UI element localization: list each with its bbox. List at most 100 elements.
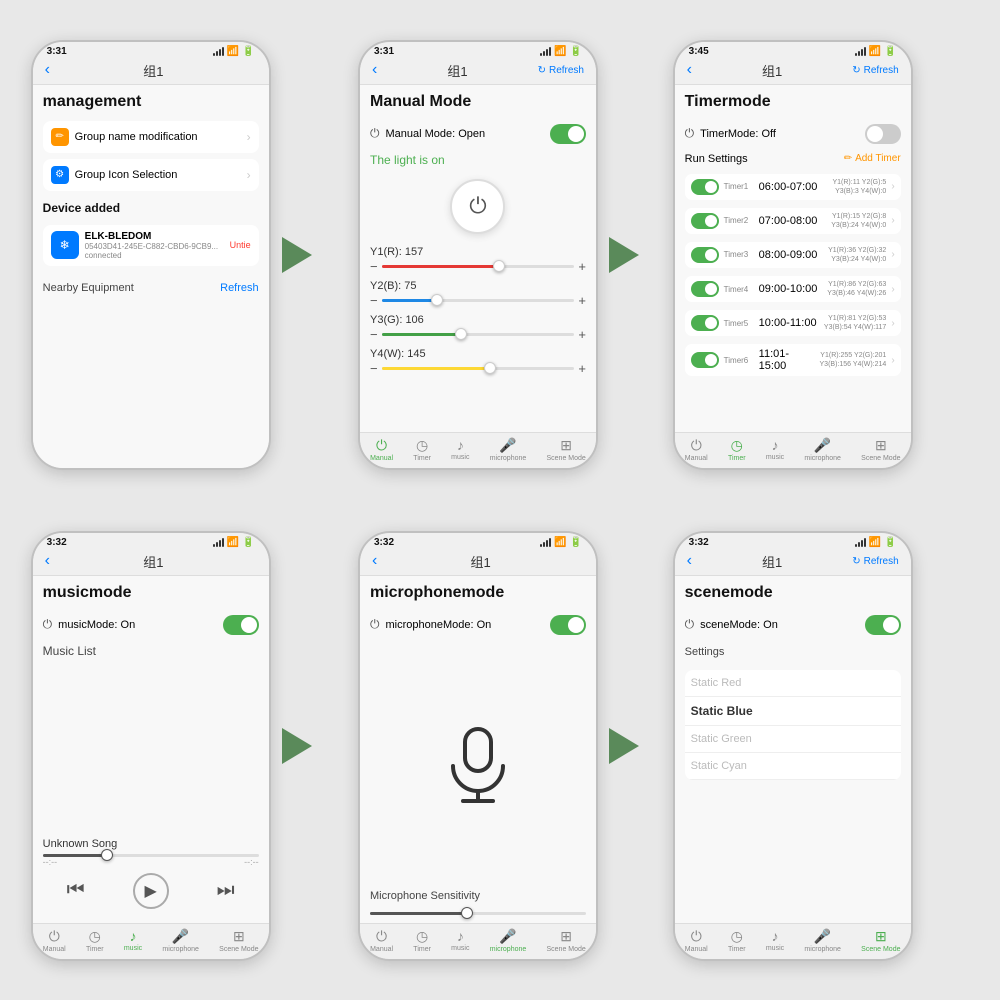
nav-music: ‹ 组1 (33, 550, 269, 576)
scene-item-1[interactable]: Static Red (685, 670, 901, 697)
scene-item-2[interactable]: Static Blue (685, 697, 901, 726)
untie-button[interactable]: Untie (230, 240, 251, 250)
y2-thumb (431, 294, 443, 306)
footer-mc-mic[interactable]: 🎤 microphone (490, 928, 527, 953)
nearby-refresh[interactable]: Refresh (220, 282, 259, 294)
scene-toggle[interactable] (865, 615, 901, 635)
footer-s-timer[interactable]: ◷ Timer (728, 928, 746, 953)
song-track[interactable] (43, 854, 259, 857)
y1-track[interactable] (382, 265, 575, 268)
y4-track[interactable] (382, 367, 575, 370)
y3-plus[interactable]: + (578, 327, 586, 342)
timer5-toggle[interactable] (691, 315, 719, 331)
footer-music-btn[interactable]: ♪ music (451, 437, 469, 461)
y2-minus[interactable]: − (370, 293, 378, 308)
footer-mic-btn[interactable]: 🎤 microphone (490, 437, 527, 462)
timer-row-5[interactable]: Timer5 10:00-11:00 Y1(R):81 Y2(G):53Y3(B… (685, 310, 901, 336)
timer-row-6[interactable]: Timer6 11:01-15:00 Y1(R):255 Y2(G):201Y3… (685, 344, 901, 376)
timer-row-2[interactable]: Timer2 07:00-08:00 Y1(R):15 Y2(G):8Y3(B)… (685, 208, 901, 234)
group-icon-icon: ⚙ (51, 166, 69, 184)
footer-s-mic[interactable]: 🎤 microphone (804, 928, 841, 953)
timer-row-4[interactable]: Timer4 09:00-10:00 Y1(R):86 Y2(G):63Y3(B… (685, 276, 901, 302)
y4-minus[interactable]: − (370, 361, 378, 376)
arrow-3 (279, 728, 315, 764)
footer-mc-manual[interactable]: ⏻ Manual (370, 928, 393, 953)
device-info: ELK-BLEDOM 05403D41-245E-C882-CBD6-9CB9.… (85, 231, 224, 260)
footer-m-timer[interactable]: ◷ Timer (86, 928, 104, 953)
timer2-toggle[interactable] (691, 213, 719, 229)
y4-plus[interactable]: + (578, 361, 586, 376)
sensitivity-fill (370, 912, 467, 915)
footer-s-manual[interactable]: ⏻ Manual (685, 928, 708, 953)
footer-t-music[interactable]: ♪ music (766, 437, 784, 461)
mic-toggle[interactable] (550, 615, 586, 635)
scene-item-3[interactable]: Static Green (685, 726, 901, 753)
nav-refresh-2[interactable]: ↻ Refresh (538, 65, 584, 76)
footer-mc-manual-label: Manual (370, 946, 393, 953)
y1-minus[interactable]: − (370, 259, 378, 274)
footer-t-manual[interactable]: ⏻ Manual (685, 437, 708, 462)
back-button-2[interactable]: ‹ (372, 61, 377, 79)
footer-mc-music[interactable]: ♪ music (451, 928, 469, 952)
nav-refresh-3[interactable]: ↻ Refresh (852, 65, 898, 76)
footer-manual-btn[interactable]: ⏻ Manual (370, 437, 393, 462)
next-button[interactable]: ⏭ (217, 879, 235, 902)
status-bar-2: 3:31 📶 🔋 (360, 42, 596, 59)
power-icon-2: ⏻ (370, 126, 380, 141)
footer-s-scene[interactable]: ⊞ Scene Mode (861, 928, 900, 953)
y2-slider-row: − + (370, 293, 586, 308)
footer-scene-btn[interactable]: ⊞ Scene Mode (547, 437, 586, 462)
timer-row-3[interactable]: Timer3 08:00-09:00 Y1(R):36 Y2(G):32Y3(B… (685, 242, 901, 268)
timer3-toggle[interactable] (691, 247, 719, 263)
footer-timer-btn[interactable]: ◷ Timer (413, 437, 431, 462)
footer-m-scene[interactable]: ⊞ Scene Mode (219, 928, 258, 953)
sensitivity-track[interactable] (370, 912, 586, 915)
music-toggle[interactable] (223, 615, 259, 635)
nav-refresh-6[interactable]: ↻ Refresh (852, 556, 898, 567)
nav-mic: ‹ 组1 (360, 550, 596, 576)
phone-music: 3:32 📶 🔋 ‹ 组1 musicmode ⏻ musicMode (31, 531, 271, 961)
footer-s-timer-label: Timer (728, 946, 746, 953)
footer-mc-timer[interactable]: ◷ Timer (413, 928, 431, 953)
content-management: management ✏ Group name modification › ⚙… (33, 85, 269, 468)
y2-track[interactable] (382, 299, 575, 302)
timer1-time: 06:00-07:00 (759, 181, 828, 193)
footer-s-music[interactable]: ♪ music (766, 928, 784, 952)
footer-mc-scene[interactable]: ⊞ Scene Mode (547, 928, 586, 953)
y2-plus[interactable]: + (578, 293, 586, 308)
footer-t-mic-label: microphone (804, 455, 841, 462)
footer-t-mic[interactable]: 🎤 microphone (804, 437, 841, 462)
y1-plus[interactable]: + (578, 259, 586, 274)
y3-minus[interactable]: − (370, 327, 378, 342)
scene-item-4[interactable]: Static Cyan (685, 753, 901, 780)
footer-m-manual[interactable]: ⏻ Manual (43, 928, 66, 953)
timer6-toggle[interactable] (691, 352, 719, 368)
timer-row-1[interactable]: Timer1 06:00-07:00 Y1(R):11 Y2(G):5Y3(B)… (685, 174, 901, 200)
back-button-1[interactable]: ‹ (45, 61, 50, 79)
y3-track[interactable] (382, 333, 575, 336)
footer-t-timer[interactable]: ◷ Timer (728, 437, 746, 462)
add-timer-btn[interactable]: ✏ Add Timer (844, 153, 901, 164)
footer-m-music[interactable]: ♪ music (124, 928, 142, 952)
power-circle[interactable]: ⏻ (450, 179, 505, 234)
group-icon-row[interactable]: ⚙ Group Icon Selection › (43, 159, 259, 191)
back-button-5[interactable]: ‹ (372, 552, 377, 570)
back-button-6[interactable]: ‹ (687, 552, 692, 570)
footer-t-scene[interactable]: ⊞ Scene Mode (861, 437, 900, 462)
footer-t-timer-label: Timer (728, 455, 746, 462)
manual-toggle[interactable] (550, 124, 586, 144)
back-button-4[interactable]: ‹ (45, 552, 50, 570)
timer-toggle[interactable] (865, 124, 901, 144)
prev-button[interactable]: ⏮ (67, 879, 85, 902)
timer1-toggle[interactable] (691, 179, 719, 195)
play-button[interactable]: ▶ (133, 873, 169, 909)
footer-music-icon: ♪ (457, 437, 464, 453)
footer-m-mic[interactable]: 🎤 microphone (162, 928, 199, 953)
footer-mic-phone: ⏻ Manual ◷ Timer ♪ music 🎤 microphone ⊞ (360, 923, 596, 959)
timer4-toggle[interactable] (691, 281, 719, 297)
group-name-row[interactable]: ✏ Group name modification › (43, 121, 259, 153)
timer6-name: Timer6 (724, 356, 754, 365)
back-button-3[interactable]: ‹ (687, 61, 692, 79)
manual-title: Manual Mode (370, 93, 586, 111)
timer1-chevron: › (891, 181, 894, 192)
